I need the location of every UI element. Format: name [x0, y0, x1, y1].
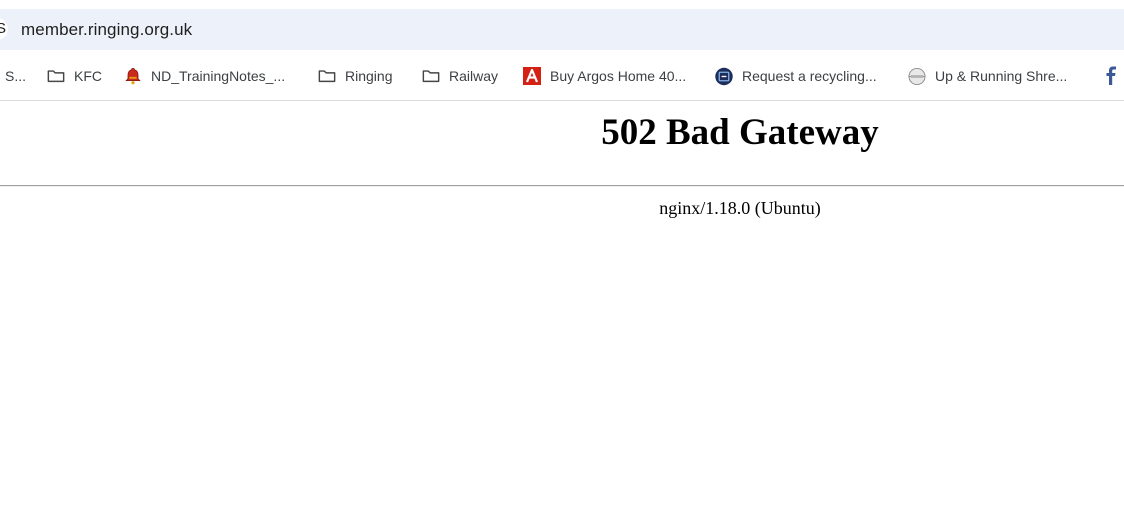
bookmark-folder-ringing[interactable]: Ringing [318, 65, 392, 87]
url-text[interactable]: member.ringing.org.uk [21, 20, 192, 40]
bell-icon [124, 67, 142, 85]
page-title: 502 Bad Gateway [601, 112, 879, 153]
globe-icon [908, 67, 926, 85]
recycling-site-icon [715, 67, 733, 85]
bookmark-up-and-running[interactable]: Up & Running Shre... [908, 65, 1067, 87]
bookmark-label: Up & Running Shre... [935, 68, 1068, 84]
bookmark-training-notes[interactable]: ND_TrainingNotes_... [124, 65, 285, 87]
server-info: nginx/1.18.0 (Ubuntu) [659, 198, 821, 218]
argos-icon [523, 67, 541, 85]
address-bar[interactable]: S member.ringing.org.uk [0, 9, 1124, 50]
bookmark-label: Request a recycling... [742, 68, 877, 84]
horizontal-rule [0, 185, 1124, 187]
folder-icon [318, 67, 336, 85]
facebook-icon [1102, 66, 1120, 85]
bookmark-folder-kfc[interactable]: KFC [47, 65, 102, 87]
bookmark-label: ND_TrainingNotes_... [151, 68, 286, 84]
bookmark-label: Ringing [345, 68, 393, 84]
site-info-button[interactable]: S [0, 18, 8, 40]
bookmark-folder-railway[interactable]: Railway [422, 65, 498, 87]
bookmark-facebook[interactable] [1102, 65, 1124, 87]
bookmark-argos[interactable]: Buy Argos Home 40... [523, 65, 686, 87]
folder-icon [47, 67, 65, 85]
bookmarks-bar: S... KFC ND_TrainingNotes_... Ringing Ra… [0, 52, 1124, 101]
bookmark-item-0[interactable]: S... [5, 65, 26, 87]
bookmark-label: S... [5, 68, 27, 84]
bookmark-recycling[interactable]: Request a recycling... [715, 65, 877, 87]
bookmark-label: Buy Argos Home 40... [550, 68, 687, 84]
site-info-glyph: S [0, 20, 6, 37]
bookmark-label: Railway [449, 68, 499, 84]
folder-icon [422, 67, 440, 85]
page-content: 502 Bad Gateway nginx/1.18.0 (Ubuntu) [0, 101, 1124, 509]
bookmark-label: KFC [74, 68, 102, 84]
